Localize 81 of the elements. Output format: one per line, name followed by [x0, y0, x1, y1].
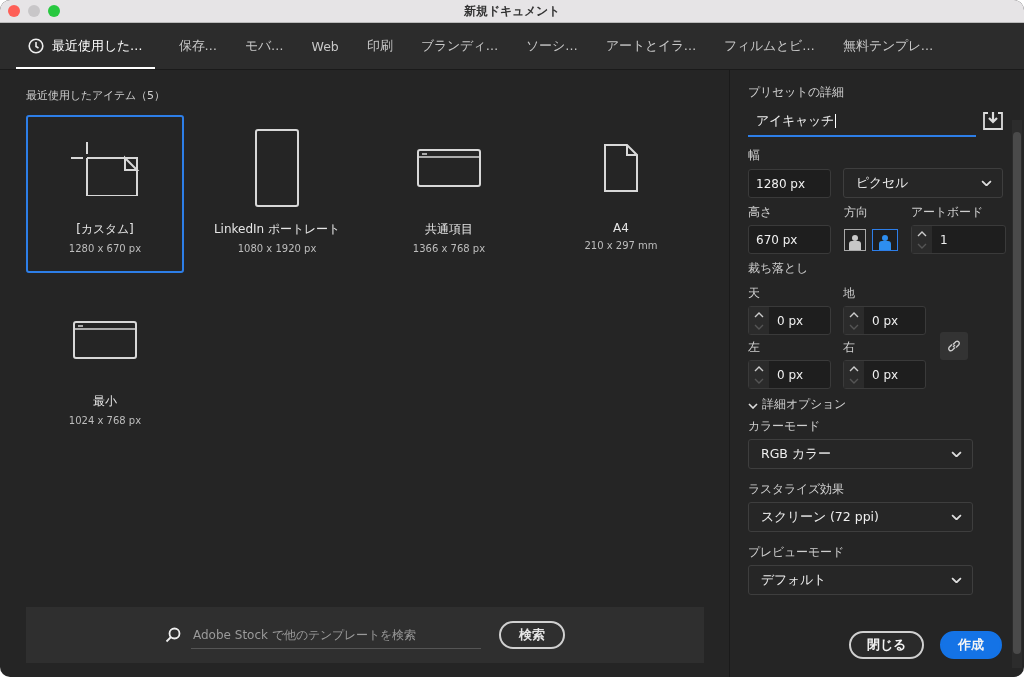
width-field[interactable]: 1280 px [748, 169, 831, 198]
browser-window-icon [417, 149, 481, 187]
portrait-orientation-button[interactable] [844, 228, 866, 251]
preset-size: 1080 x 1920 px [237, 243, 317, 254]
preset-size: 210 x 297 mm [584, 240, 658, 251]
scrollbar[interactable] [1012, 120, 1022, 668]
custom-size-icon [69, 140, 141, 196]
category-tab[interactable]: 保存… [166, 23, 229, 69]
close-button[interactable]: 閉じる [849, 631, 924, 659]
category-tab[interactable]: ブランディ… [408, 23, 511, 69]
clock-icon [28, 38, 44, 54]
increment-chevron-icon[interactable] [754, 365, 764, 372]
field-label: 天 [748, 285, 761, 302]
increment-chevron-icon[interactable] [917, 230, 927, 237]
preset-name: LinkedIn ポートレート [213, 221, 341, 238]
preset-size: 1366 x 768 px [412, 243, 486, 254]
preset-size: 1280 x 670 px [68, 243, 142, 254]
section-heading: プリセットの詳細 [748, 84, 845, 101]
option-dropdown[interactable]: デフォルト [748, 565, 973, 595]
field-label: 地 [843, 285, 856, 302]
link-button[interactable] [940, 331, 968, 360]
field-label: 高さ [748, 204, 773, 221]
category-tab[interactable]: 最近使用した… [16, 23, 155, 69]
bleed-field[interactable]: 0 px [843, 306, 926, 335]
category-tab[interactable]: 印刷 [354, 23, 405, 69]
create-button[interactable]: 作成 [940, 631, 1002, 659]
preset-card[interactable]: 共通項目 1366 x 768 px [370, 115, 528, 273]
search-icon [165, 627, 181, 643]
field-label: アートボード [911, 204, 984, 221]
increment-chevron-icon[interactable] [754, 311, 764, 318]
field-label: 左 [748, 339, 761, 356]
option-dropdown[interactable]: スクリーン (72 ppi) [748, 502, 973, 532]
preset-card[interactable]: LinkedIn ポートレート 1080 x 1920 px [198, 115, 356, 273]
preset-card[interactable]: [カスタム] 1280 x 670 px [26, 115, 184, 273]
advanced-options-toggle[interactable]: 詳細オプション [748, 397, 1024, 412]
height-field[interactable]: 670 px [748, 225, 831, 254]
preset-size: 1024 x 768 px [68, 415, 142, 426]
field-label: 右 [843, 339, 856, 356]
page-icon [603, 143, 639, 193]
field-label: カラーモード [748, 418, 821, 435]
preset-name: 最小 [93, 393, 117, 410]
preset-name: 共通項目 [425, 221, 473, 238]
preset-card[interactable]: A4 210 x 297 mm [542, 115, 700, 273]
preset-card[interactable]: 最小 1024 x 768 px [26, 287, 184, 445]
bleed-field[interactable]: 0 px [843, 360, 926, 389]
category-tab[interactable]: モバ… [233, 23, 296, 69]
category-tab[interactable]: 無料テンプレ… [830, 23, 946, 69]
phone-portrait-icon [254, 128, 300, 208]
field-label: 裁ち落とし [748, 260, 809, 277]
chevron-down-icon [981, 179, 992, 187]
field-label: ラスタライズ効果 [748, 481, 845, 498]
category-tab[interactable]: フィルムとビ… [712, 23, 827, 69]
bleed-field[interactable]: 0 px [748, 306, 831, 335]
chevron-down-icon [951, 576, 962, 584]
preset-name-field[interactable]: アイキャッチ [748, 107, 976, 137]
chevron-down-icon [951, 450, 962, 458]
artboards-field[interactable]: 1 [911, 225, 1006, 254]
increment-chevron-icon[interactable] [849, 365, 859, 372]
search-button[interactable]: 検索 [499, 621, 565, 649]
search-field[interactable]: Adobe Stock で他のテンプレートを検索 [191, 621, 481, 649]
window-title: 新規ドキュメント [464, 2, 560, 20]
category-tab[interactable]: アートとイラ… [593, 23, 709, 69]
person-icon [879, 233, 891, 250]
option-dropdown[interactable]: RGB カラー [748, 439, 973, 469]
chevron-down-icon [951, 513, 962, 521]
field-label: プレビューモード [748, 544, 845, 561]
preset-name: A4 [613, 221, 629, 235]
category-tab[interactable]: ソーシ… [514, 23, 590, 69]
disclosure-chevron-icon [748, 402, 758, 409]
bleed-field[interactable]: 0 px [748, 360, 831, 389]
browser-window-icon [73, 321, 137, 359]
unit-dropdown[interactable]: ピクセル [843, 168, 1003, 198]
field-label: 方向 [844, 204, 869, 221]
increment-chevron-icon[interactable] [849, 311, 859, 318]
section-heading: 最近使用したアイテム（5） [26, 88, 166, 103]
save-preset-icon[interactable] [982, 111, 1004, 131]
preset-name: [カスタム] [76, 221, 134, 238]
category-tab[interactable]: Web [299, 23, 351, 69]
landscape-orientation-button[interactable] [872, 228, 898, 251]
person-icon [849, 233, 861, 250]
field-label: 幅 [748, 147, 761, 164]
